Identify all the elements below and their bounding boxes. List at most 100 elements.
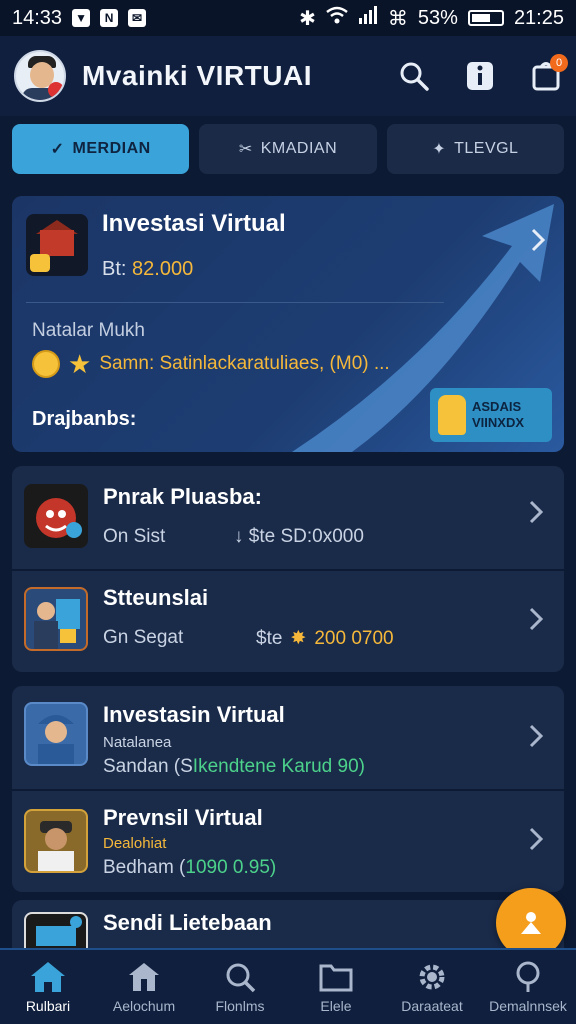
list-item-detail: Sandan (SIkendtene Karud 90) <box>103 756 365 778</box>
nav-item-daraateat[interactable]: Daraateat <box>384 950 480 1024</box>
bluetooth-icon: ✱ <box>299 7 316 30</box>
list-item-detail-prefix: Sandan (S <box>103 756 193 777</box>
list-item-sub-left: On Sist <box>103 526 166 547</box>
signal-icon <box>358 6 378 30</box>
list-item[interactable]: Stteunslai Gn Segat $te ✸ 200 0700 <box>12 571 564 671</box>
app-title: Mvainki VIRTUAI <box>82 60 312 91</box>
avatar[interactable] <box>14 50 66 102</box>
nav-label: Rulbari <box>25 998 71 1014</box>
list-item-amount: 200 0700 <box>314 627 394 649</box>
gear-icon <box>413 960 451 994</box>
chevron-right-icon <box>529 827 544 851</box>
hero-sub-value: 82.000 <box>132 258 194 280</box>
nav-item-demalnnsek[interactable]: Demalnnsek <box>480 950 576 1024</box>
list-item-title: Investasin Virtual <box>103 702 285 727</box>
tab-merdian[interactable]: ✓ MERDIAN <box>12 124 190 174</box>
hero-sub-prefix: Bt: <box>102 258 127 280</box>
list-item-title: Sendi Lietebaan <box>103 910 272 935</box>
list-item-title: Stteunslai <box>103 585 209 610</box>
shield-status-icon: ▼ <box>72 9 91 27</box>
list-group-2: Investasin Virtual Natalanea Sandan (SIk… <box>12 686 564 892</box>
tools-icon: ✦ <box>432 141 447 158</box>
tab-label: MERDIAN <box>72 140 151 157</box>
list-group-1: Pnrak Pluasba: On Sist ↓ $te SD:0x000 St… <box>12 466 564 672</box>
hero-badge-button[interactable]: ASDAIS VIINXDX <box>430 388 552 442</box>
document-thumbnail <box>24 912 88 948</box>
mail-status-icon: ✉ <box>128 9 147 27</box>
list-item-category: Natalanea <box>103 734 172 751</box>
red-mascot-thumbnail <box>24 484 88 548</box>
sparkle-icon: ✸ <box>290 628 307 649</box>
list-item[interactable]: Pnrak Pluasba: On Sist ↓ $te SD:0x000 <box>12 466 564 568</box>
hero-reward-text: Samn: Satinlackaratuliaes, (M0) ... <box>99 353 390 374</box>
tab-label: KMADIAN <box>260 140 338 157</box>
nav-item-flonlms[interactable]: Flonlms <box>192 950 288 1024</box>
chevron-right-icon <box>529 500 544 524</box>
star-icon: ★ <box>68 349 92 379</box>
person-icon <box>521 912 541 934</box>
battery-icon <box>467 10 504 26</box>
engineer-avatar-thumbnail <box>24 702 88 766</box>
wifi-icon <box>326 6 348 30</box>
nav-item-home[interactable]: Rulbari <box>0 950 96 1024</box>
check-icon: ✓ <box>50 141 65 158</box>
investment-house-thumbnail <box>26 214 88 276</box>
list-item-detail: Bedham (1090 0.95) <box>103 857 276 879</box>
list-item-detail-prefix: Bedham ( <box>103 857 186 878</box>
nav-label: Aelochum <box>112 998 176 1014</box>
bottom-navigation: Rulbari Aelochum Flonlms Elele Daraateat… <box>0 948 576 1024</box>
mascot-icon <box>438 395 466 435</box>
hero-meta: Natalar Mukh <box>32 320 145 341</box>
featured-investment-card[interactable]: Investasi Virtual Bt: 82.000 Natalar Muk… <box>12 196 564 452</box>
list-item[interactable]: Prevnsil Virtual Dealohiat Bedham (1090 … <box>12 791 564 891</box>
list-item[interactable]: Sendi Lietebaan <box>12 900 564 948</box>
nav-label: Flonlms <box>215 998 265 1014</box>
list-item[interactable]: Investasin Virtual Natalanea Sandan (SIk… <box>12 686 564 788</box>
nav-label: Elele <box>320 998 352 1014</box>
status-bar: 14:33 ▼ N ✉ ✱ ⌘ 53% 21:25 <box>0 0 576 36</box>
worker-avatar-thumbnail <box>24 809 88 873</box>
info-icon[interactable] <box>464 60 496 92</box>
tab-label: TLEVGL <box>454 140 519 157</box>
folder-icon <box>317 960 355 994</box>
list-group-3: Sendi Lietebaan <box>12 900 564 948</box>
list-item-sub-value: $te ✸ 200 0700 <box>256 627 394 650</box>
list-item-sub-left: Gn Segat <box>103 627 184 648</box>
status-time-left: 14:33 <box>12 6 63 29</box>
house-icon <box>125 960 163 994</box>
list-item-sub-prefix: $te <box>256 627 283 649</box>
chevron-right-icon <box>529 607 544 631</box>
hero-footer: Drajbanbs: <box>32 408 137 430</box>
chevron-right-icon <box>529 724 544 748</box>
search-icon[interactable] <box>398 60 430 92</box>
list-item-detail-value: Ikendtene Karud 90) <box>192 756 365 777</box>
list-item-title: Prevnsil Virtual <box>103 805 263 830</box>
n-status-icon: N <box>100 9 119 27</box>
list-item-detail-value: 1090 0.95) <box>185 857 277 878</box>
status-time-right: 21:25 <box>513 6 564 29</box>
notification-count-badge: 0 <box>550 54 568 72</box>
vibrate-icon: ⌘ <box>387 7 408 30</box>
businessman-thumbnail <box>24 587 88 651</box>
scissors-icon: ✂ <box>238 141 253 158</box>
notification-bell-icon[interactable]: 0 <box>530 54 568 92</box>
search-icon <box>221 960 259 994</box>
badge-line-1: ASDAIS <box>472 399 522 415</box>
location-icon <box>509 960 547 994</box>
nav-label: Daraateat <box>401 998 463 1014</box>
list-item-sub-value: ↓ $te SD:0x000 <box>234 526 364 547</box>
hero-title: Investasi Virtual <box>102 210 286 237</box>
app-header: Mvainki VIRTUAI 0 <box>0 36 576 116</box>
nav-item-aelochum[interactable]: Aelochum <box>96 950 192 1024</box>
hero-subtitle: Bt: 82.000 <box>102 258 193 281</box>
hero-reward-line: ★ Samn: Satinlackaratuliaes, (M0) ... <box>32 350 390 378</box>
nav-item-elele[interactable]: Elele <box>288 950 384 1024</box>
tab-bar: ✓ MERDIAN ✂ KMADIAN ✦ TLEVGL <box>0 116 576 182</box>
divider <box>26 302 444 303</box>
tab-tlevgl[interactable]: ✦ TLEVGL <box>386 124 564 174</box>
tab-kmadian[interactable]: ✂ KMADIAN <box>199 124 377 174</box>
home-icon <box>29 960 67 994</box>
chevron-right-icon <box>531 228 546 252</box>
list-item-category: Dealohiat <box>103 835 167 852</box>
badge-line-2: VIINXDX <box>472 415 525 430</box>
